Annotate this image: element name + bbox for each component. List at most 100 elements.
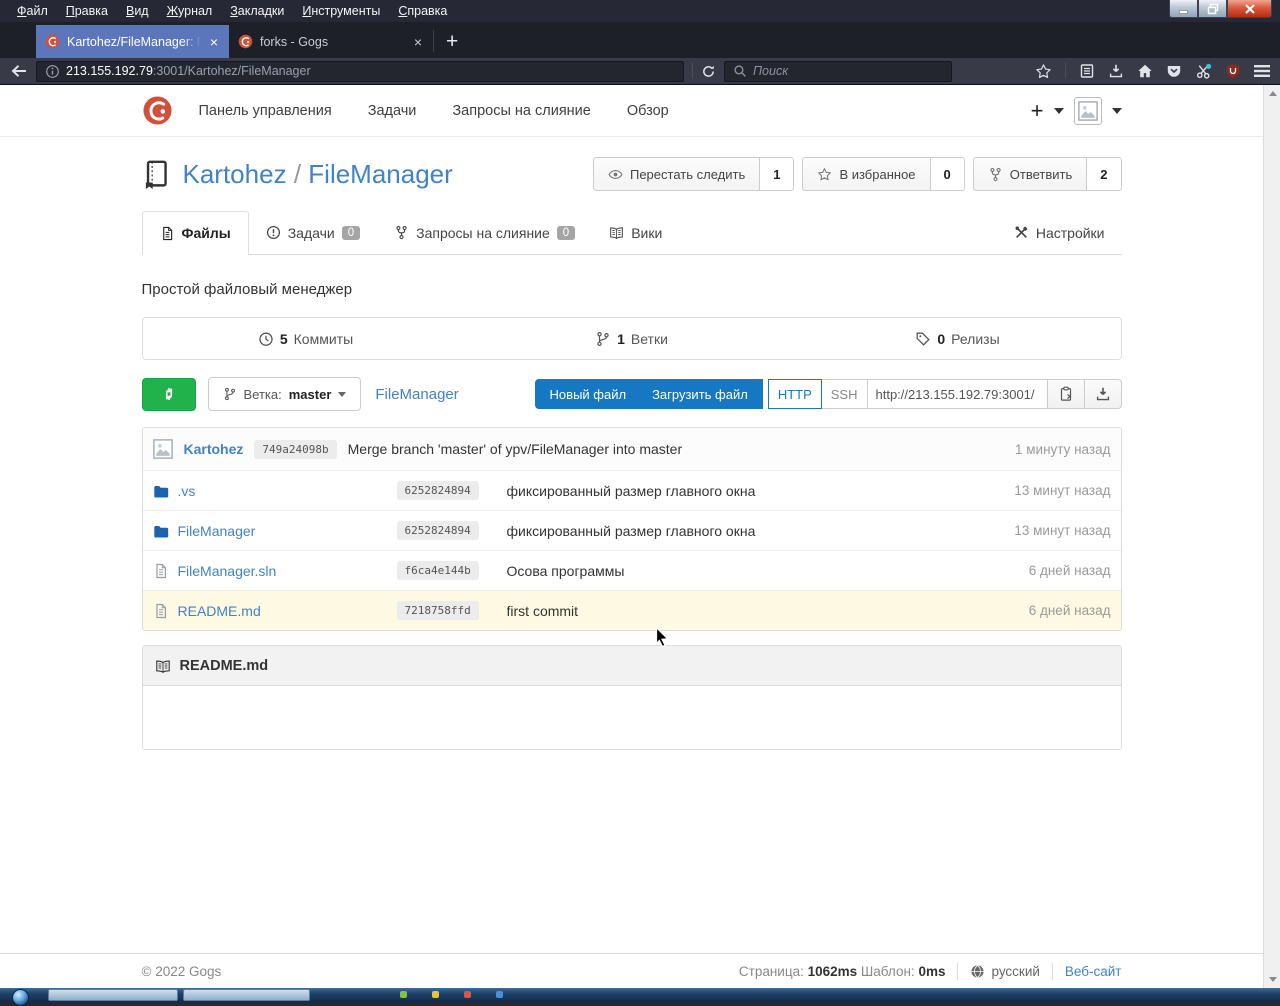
home-icon[interactable]: [1137, 63, 1153, 79]
tab-close-icon[interactable]: ×: [412, 35, 424, 49]
taskbar-item[interactable]: [183, 989, 310, 1001]
commit-message[interactable]: Merge branch 'master' of ypv/FileManager…: [348, 441, 682, 457]
chevron-down-icon[interactable]: [1054, 108, 1064, 114]
window-restore-button[interactable]: [1198, 0, 1227, 18]
http-clone-button[interactable]: HTTP: [768, 379, 822, 409]
avatar[interactable]: [153, 439, 173, 459]
repo-path-link[interactable]: FileManager: [375, 386, 458, 403]
search-input[interactable]: [753, 64, 943, 78]
star-button[interactable]: В избранное: [803, 158, 929, 190]
repo-owner-link[interactable]: Kartohez: [183, 159, 287, 189]
scroll-up-arrow[interactable]: [1264, 85, 1280, 102]
new-tab-button[interactable]: +: [434, 30, 470, 54]
nav-dashboard[interactable]: Панель управления: [181, 103, 350, 119]
unwatch-button[interactable]: Перестать следить: [594, 158, 759, 190]
releases-stat[interactable]: 0Релизы: [795, 331, 1121, 347]
taskbar-icon[interactable]: [464, 991, 471, 998]
tab-pull-requests[interactable]: Запросы на слияние 0: [377, 211, 592, 254]
gogs-navbar: Панель управления Задачи Запросы на слия…: [0, 85, 1263, 137]
tab-settings[interactable]: Настройки: [997, 211, 1122, 254]
download-icon: [1095, 386, 1111, 402]
file-link[interactable]: .vs: [178, 483, 196, 499]
file-link[interactable]: FileManager.sln: [178, 563, 277, 579]
nav-issues[interactable]: Задачи: [350, 103, 435, 119]
menu-history[interactable]: Журнал: [158, 4, 222, 18]
new-file-button[interactable]: Новый файл: [550, 387, 627, 402]
taskbar-icon[interactable]: [496, 991, 503, 998]
forks-count[interactable]: 2: [1086, 158, 1120, 190]
taskbar-icon[interactable]: [400, 991, 407, 998]
commit-message[interactable]: first commit: [507, 603, 941, 619]
hamburger-menu-icon[interactable]: [1254, 64, 1270, 78]
commit-message[interactable]: фиксированный размер главного окна: [507, 483, 941, 499]
commit-message[interactable]: Осова программы: [507, 563, 941, 579]
start-button[interactable]: [12, 989, 29, 1006]
fork-icon: [988, 167, 1003, 182]
url-bar[interactable]: 213.155.192.79:3001/Kartohez/FileManager: [36, 61, 684, 82]
file-link[interactable]: README.md: [178, 603, 261, 619]
window-close-button[interactable]: [1227, 0, 1272, 18]
scroll-down-arrow[interactable]: [1264, 971, 1280, 988]
site-info-icon[interactable]: [45, 64, 60, 79]
watch-button-group: Перестать следить 1: [593, 157, 794, 191]
download-archive-button[interactable]: [1085, 379, 1122, 409]
commit-hash-badge[interactable]: 6252824894: [397, 521, 479, 540]
file-link[interactable]: FileManager: [178, 523, 256, 539]
search-bar[interactable]: [724, 61, 952, 82]
page-scrollbar[interactable]: [1263, 85, 1280, 988]
extension-icon[interactable]: [1195, 63, 1212, 80]
bookmark-star-icon[interactable]: [1035, 63, 1052, 80]
branches-stat[interactable]: 1Ветки: [469, 331, 795, 347]
branch-selector[interactable]: Ветка: master: [208, 377, 362, 411]
clone-url-input[interactable]: [868, 379, 1048, 409]
commit-author-link[interactable]: Kartohez: [184, 441, 244, 457]
fork-button[interactable]: Ответвить: [974, 158, 1086, 190]
gogs-logo[interactable]: [142, 95, 173, 126]
copy-url-button[interactable]: [1048, 379, 1085, 409]
compare-button[interactable]: [142, 378, 196, 411]
website-link[interactable]: Веб-сайт: [1065, 964, 1122, 979]
ublock-icon[interactable]: [1225, 63, 1241, 79]
commit-hash-badge[interactable]: f6ca4e144b: [397, 561, 479, 580]
watchers-count[interactable]: 1: [759, 158, 793, 190]
commit-hash-badge[interactable]: 7218758ffd: [397, 601, 479, 620]
commit-hash-badge[interactable]: 6252824894: [397, 481, 479, 500]
chevron-down-icon: [338, 392, 346, 397]
browser-tab-inactive[interactable]: forks - Gogs ×: [229, 25, 433, 58]
nav-pull-requests[interactable]: Запросы на слияние: [434, 103, 608, 119]
chevron-down-icon[interactable]: [1112, 108, 1122, 114]
pocket-icon[interactable]: [1166, 63, 1182, 79]
menu-edit[interactable]: Правка: [57, 4, 117, 18]
window-minimize-button[interactable]: [1169, 0, 1198, 18]
book-icon: [609, 225, 624, 240]
reload-icon[interactable]: [701, 64, 716, 79]
menu-view[interactable]: Вид: [117, 4, 158, 18]
commits-stat[interactable]: 5Коммиты: [143, 331, 469, 347]
language-selector[interactable]: русский: [970, 964, 1039, 979]
menu-bookmarks[interactable]: Закладки: [221, 4, 293, 18]
stars-count[interactable]: 0: [930, 158, 964, 190]
library-icon[interactable]: [1079, 63, 1095, 79]
back-button[interactable]: [10, 62, 28, 80]
taskbar-item[interactable]: [48, 989, 178, 1001]
nav-explore[interactable]: Обзор: [609, 103, 687, 119]
repo-controls-row: Ветка: master FileManager Новый файл Заг…: [142, 377, 1122, 411]
tab-wiki[interactable]: Вики: [592, 211, 679, 254]
repo-name-link[interactable]: FileManager: [308, 159, 453, 189]
create-new-button[interactable]: +: [1031, 98, 1044, 124]
eye-icon: [608, 167, 623, 182]
user-avatar[interactable]: [1074, 97, 1102, 125]
downloads-icon[interactable]: [1108, 63, 1124, 79]
tab-close-icon[interactable]: ×: [208, 35, 220, 49]
taskbar-icon[interactable]: [432, 991, 439, 998]
menu-file[interactable]: Файл: [8, 4, 57, 18]
upload-file-button[interactable]: Загрузить файл: [652, 387, 748, 402]
browser-tab-active[interactable]: Kartohez/FileManager: Прос ×: [36, 25, 229, 58]
ssh-clone-button[interactable]: SSH: [822, 379, 868, 409]
commit-hash-badge[interactable]: 749a24098b: [254, 440, 336, 459]
commit-message[interactable]: фиксированный размер главного окна: [507, 523, 941, 539]
menu-help[interactable]: Справка: [389, 4, 456, 18]
tab-issues[interactable]: Задачи 0: [249, 211, 377, 254]
menu-tools[interactable]: Инструменты: [293, 4, 389, 18]
tab-files[interactable]: Файлы: [142, 211, 249, 255]
